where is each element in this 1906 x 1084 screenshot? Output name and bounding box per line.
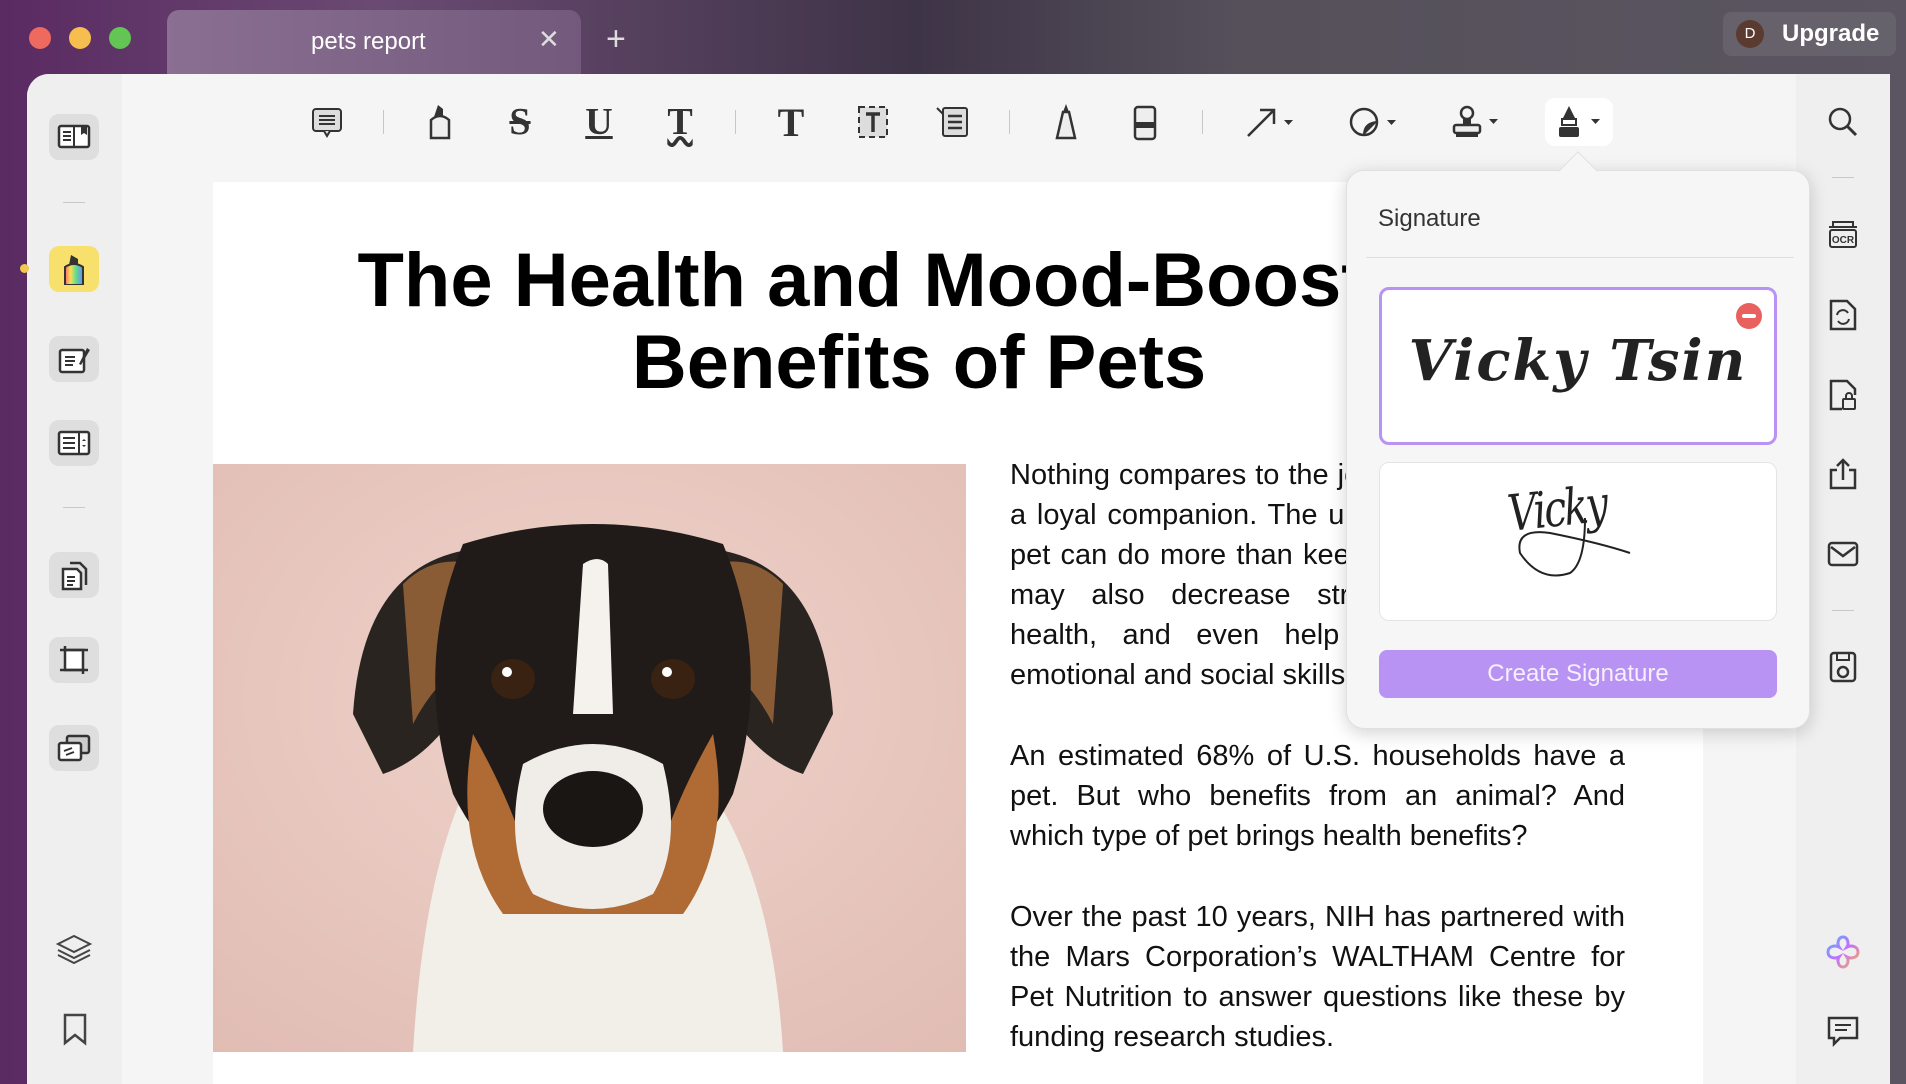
comment-tool[interactable] <box>305 100 349 144</box>
shape-icon <box>1349 107 1396 137</box>
highlighter-icon <box>64 255 84 285</box>
watermark-button[interactable] <box>49 725 99 771</box>
right-sidebar: OCR <box>1796 74 1890 1084</box>
signature-2-text: Vicky <box>1504 474 1609 543</box>
comment-icon <box>312 108 342 138</box>
shape-tool[interactable] <box>1345 100 1405 144</box>
pages-icon <box>61 561 88 591</box>
book-icon <box>57 124 91 149</box>
delete-signature-button[interactable] <box>1736 303 1762 329</box>
eraser-icon <box>1133 105 1157 141</box>
tab-title: pets report <box>311 28 426 55</box>
tab-close-button[interactable]: ✕ <box>538 24 560 55</box>
squiggly-underline-icon: T <box>667 101 693 143</box>
svg-text:OCR: OCR <box>1832 235 1855 246</box>
textbox-tool[interactable] <box>851 100 895 144</box>
stamp-tool[interactable] <box>1447 100 1507 144</box>
callout-tool[interactable] <box>930 100 974 144</box>
signature-card[interactable]: Vicky <box>1379 462 1777 621</box>
pencil-icon <box>1055 104 1077 140</box>
avatar[interactable]: D <box>1736 20 1764 48</box>
pencil-tool[interactable] <box>1044 100 1088 144</box>
search-icon[interactable] <box>1823 102 1863 142</box>
strikethrough-icon: S <box>509 101 531 143</box>
layers-icon[interactable] <box>55 932 93 971</box>
left-sidebar <box>20 74 122 1084</box>
signature-pen-icon <box>1559 106 1600 137</box>
signature-card-selected[interactable]: Vicky Tsin <box>1379 287 1777 445</box>
email-icon[interactable] <box>1823 534 1863 574</box>
edit-pdf-icon <box>58 348 90 374</box>
highlight-tool[interactable] <box>418 100 462 144</box>
strikethrough-tool[interactable]: S <box>498 100 542 144</box>
textbox-icon <box>858 106 888 138</box>
dog-photo <box>213 464 966 1052</box>
form-mode-button[interactable] <box>49 420 99 466</box>
popup-title: Signature <box>1378 205 1481 232</box>
background-icon <box>57 734 91 762</box>
squiggly-tool[interactable]: T <box>658 100 702 144</box>
new-tab-button[interactable]: + <box>606 20 626 59</box>
text-callout-icon <box>936 107 968 137</box>
bookmark-icon[interactable] <box>62 1012 88 1051</box>
paragraph-2: An estimated 68% of U.S. households have… <box>1010 740 1625 852</box>
comment-mode-button[interactable] <box>49 246 99 292</box>
ai-assistant-icon[interactable] <box>1823 932 1863 972</box>
comments-panel-icon[interactable] <box>1823 1011 1863 1051</box>
text-tool[interactable]: T <box>769 99 813 145</box>
text-icon: T <box>777 99 805 145</box>
signature-tool[interactable] <box>1545 98 1613 146</box>
arrow-icon <box>1247 108 1293 137</box>
divider <box>1366 257 1794 258</box>
create-signature-button[interactable]: Create Signature <box>1379 650 1777 698</box>
highlighter-icon <box>429 105 451 140</box>
crop-button[interactable] <box>49 637 99 683</box>
edit-mode-button[interactable] <box>49 336 99 382</box>
upgrade-label[interactable]: Upgrade <box>1782 20 1879 48</box>
eraser-tool[interactable] <box>1123 100 1167 144</box>
form-icon <box>57 430 91 456</box>
active-indicator <box>20 264 29 273</box>
share-icon[interactable] <box>1823 454 1863 494</box>
close-window-button[interactable] <box>29 27 51 49</box>
minimize-window-button[interactable] <box>69 27 91 49</box>
underline-icon: U <box>585 101 613 143</box>
protect-icon[interactable] <box>1823 375 1863 415</box>
stamp-icon <box>1452 105 1498 137</box>
underline-tool[interactable]: U <box>577 100 621 144</box>
ocr-icon[interactable]: OCR <box>1823 215 1863 255</box>
save-icon[interactable] <box>1823 647 1863 687</box>
reader-mode-button[interactable] <box>49 114 99 160</box>
signature-1-text: Vicky Tsin <box>1408 328 1748 394</box>
convert-icon[interactable] <box>1823 295 1863 335</box>
arrow-tool[interactable] <box>1240 100 1304 144</box>
minus-icon <box>1742 314 1756 318</box>
crop-icon <box>60 646 88 674</box>
paragraph-3: Over the past 10 years, NIH has partnere… <box>1010 901 1625 1053</box>
organize-pages-button[interactable] <box>49 552 99 598</box>
zoom-window-button[interactable] <box>109 27 131 49</box>
signature-popup <box>1346 170 1810 729</box>
